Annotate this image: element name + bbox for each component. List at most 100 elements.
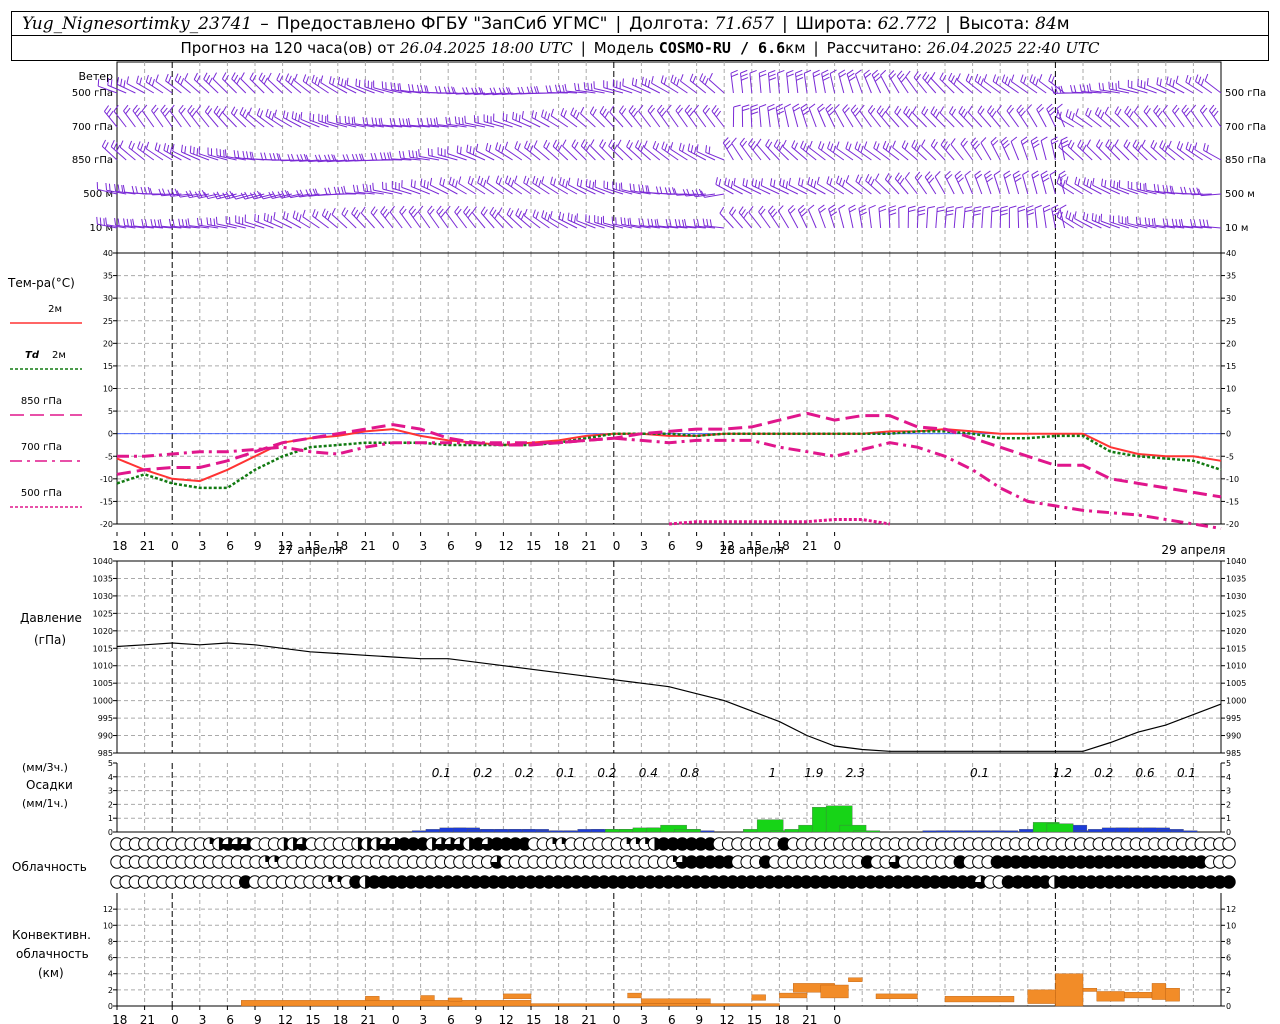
wind-barb-staff [1199,110,1213,128]
convective-bar [1055,973,1084,1007]
wind-barb-feather [520,86,525,95]
wind-barb-feather [121,184,124,193]
wind-barb-feather [644,78,648,86]
wind-barb-staff [783,107,790,128]
wind-barb-feather [410,179,413,187]
convective-bar [751,994,766,1001]
wind-barb-feather [562,85,565,93]
wind-barb-feather [300,112,303,120]
wind-barb-feather [647,218,650,226]
wind-barb-feather [638,104,644,112]
wind-barb [532,175,550,195]
wind-barb-feather [215,216,218,225]
conv-xtick-label: 9 [475,1013,483,1024]
wind-barb [935,206,945,229]
wind-barb-feather [671,187,676,195]
wind-barb-feather [1070,142,1075,150]
wind-barb-staff [758,107,762,128]
wind-barb-staff [141,110,155,128]
wind-barb [1012,170,1022,195]
wind-barb-feather [827,141,831,149]
wind-barb [711,105,725,128]
wind-barb-staff [1010,141,1020,161]
wind-barb-feather [1183,107,1189,114]
wind-barb [953,206,964,229]
wind-barb [748,206,762,229]
wind-barb [1083,177,1102,195]
wind-barb-feather [1188,143,1192,151]
wind-barb-feather [918,205,926,209]
wind-barb-feather [101,139,107,147]
wind-barb-feather [331,207,336,215]
wind-barb-feather [980,78,984,86]
wind-barb-feather [458,176,462,184]
precip-ytick-left: 5 [108,759,113,768]
wind-barb-staff [622,85,642,94]
wind-barb-feather [157,219,160,227]
wind-barb [1172,104,1185,128]
wind-barb-staff [408,211,422,229]
wind-barb-feather [1007,78,1011,86]
wind-barb-feather [854,110,861,117]
conv-xtick-label: 6 [447,1013,455,1024]
wind-barb-feather [1200,78,1205,86]
wind-barb [169,104,182,128]
wind-barb-staff [656,110,670,128]
wind-barb-staff [541,116,559,128]
wind-barb-staff [1020,140,1029,161]
wind-barb-feather [122,184,126,193]
wind-barb-feather [661,110,667,117]
wind-barb [1199,219,1222,229]
wind-barb-feather [924,171,931,178]
wind-barb-feather [1133,105,1139,113]
cloud-symbol [1222,855,1236,869]
wind-barb-feather [99,217,102,225]
wind-barb-feather [741,140,748,148]
temp-ytick-left: 40 [103,249,113,258]
wind-barb-feather [903,105,908,113]
conv-ytick-left: 12 [103,905,113,914]
wind-barb-feather [155,74,159,82]
wind-barb-staff [235,222,256,229]
wind-barb [850,104,863,128]
wind-barb-feather [1061,140,1069,145]
wind-barb [898,205,906,229]
wind-barb-staff [787,210,799,229]
wind-barb-feather [939,106,945,114]
wind-barb-feather [465,208,471,216]
wind-barb-staff [312,215,329,229]
wind-barb-feather [973,213,981,216]
wind-barb [1000,136,1010,161]
wind-barb-feather [657,104,663,112]
wind-barb-feather [552,139,557,147]
wind-barb-staff [392,187,412,195]
wind-barb-staff [1022,174,1029,195]
wind-barb-feather [624,217,626,226]
wind-barb-staff [854,74,863,94]
wind-barb-feather [1070,85,1073,93]
wind-barb-feather [514,141,518,149]
wind-barb-staff [110,146,127,161]
wind-barb-feather [1048,73,1052,82]
wind-barb-staff [560,114,578,128]
wind-barb-feather [448,117,451,125]
wind-barb-feather [456,145,459,153]
conv-xtick-label: 18 [112,1013,127,1024]
wind-barb-feather [1034,204,1042,209]
wind-barb-feather [984,170,991,176]
wind-barb-feather [1159,140,1164,148]
conv-ytick-left: 2 [108,986,113,995]
wind-barb-feather [782,179,785,187]
wind-barb-feather [1117,108,1122,116]
wind-barb-feather [305,76,310,84]
wind-barb-feather [1135,216,1138,225]
wind-barb-feather [1001,74,1006,82]
wind-barb-feather [937,206,945,209]
wind-barb-feather [172,143,175,152]
wind-barb-feather [871,69,878,76]
wind-barb-feather [184,73,189,81]
wind-barb-feather [704,107,711,115]
wind-barb-feather [454,205,460,213]
wind-barb-feather [506,207,511,215]
wind-barb-feather [485,142,489,151]
